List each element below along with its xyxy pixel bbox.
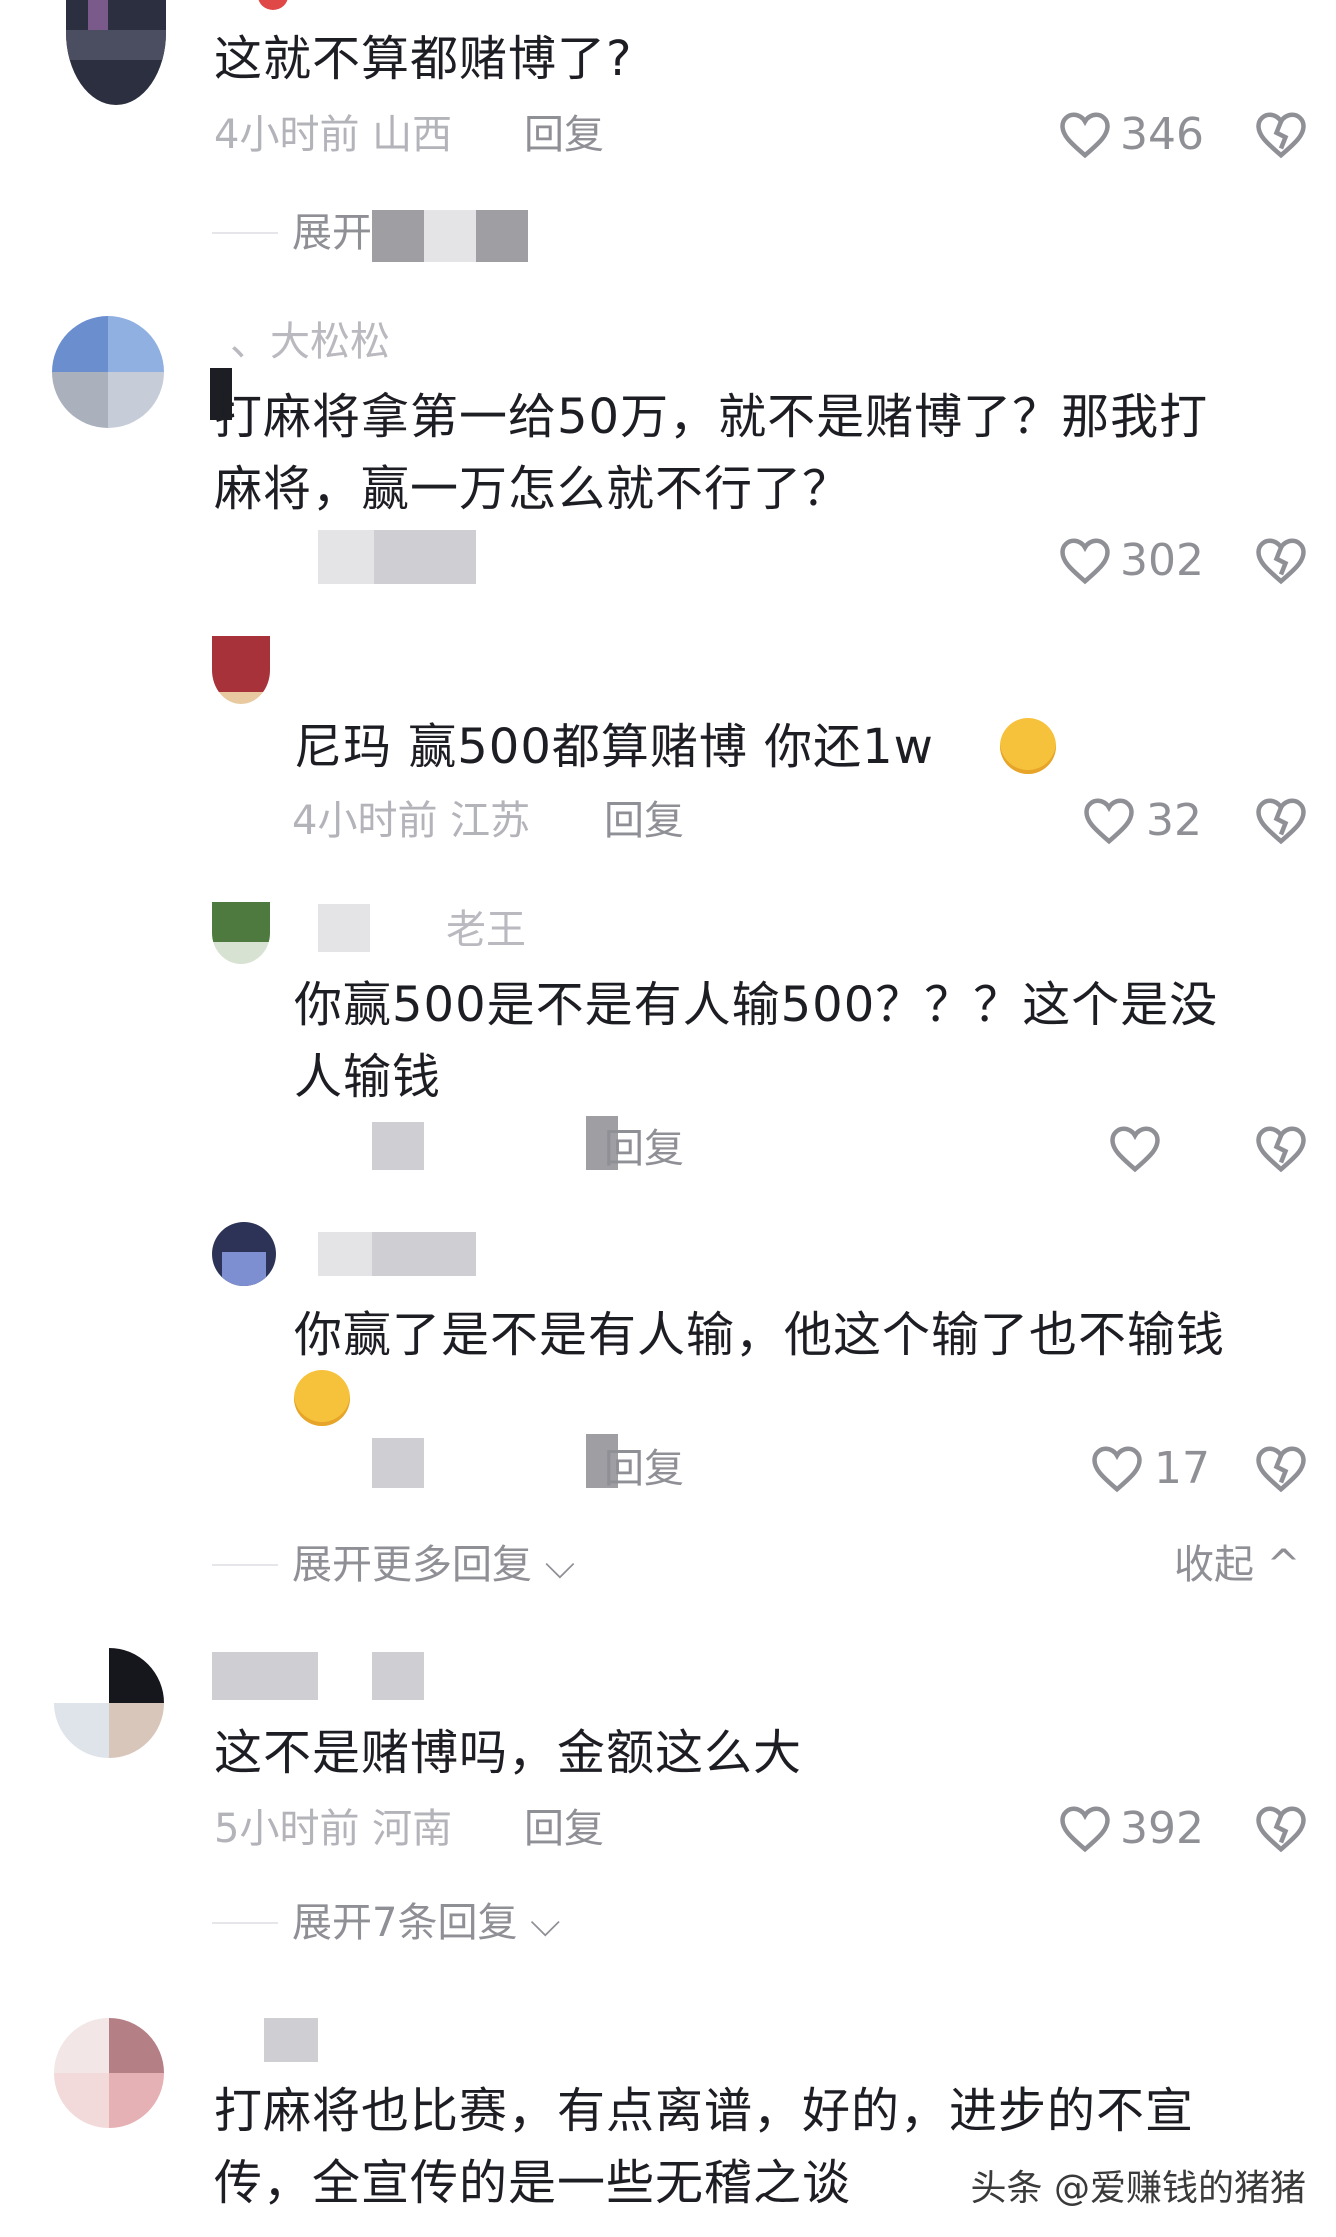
avatar[interactable] [54, 1648, 164, 1758]
thinking-emoji-icon [294, 1370, 350, 1426]
reply-text-line: 尼玛 赢500都算赌博 你还1w [294, 719, 934, 775]
broken-heart-icon[interactable] [1254, 110, 1308, 160]
heart-outline-icon[interactable] [1058, 110, 1112, 160]
broken-heart-icon[interactable] [1254, 1804, 1308, 1854]
reply-button[interactable]: 回复 [524, 110, 604, 160]
mosaic-block [318, 530, 374, 584]
comment-text-line: 打麻将也比赛，有点离谱，好的，进步的不宣 [214, 2083, 1195, 2139]
like-count: 392 [1120, 1803, 1204, 1854]
like-count: 302 [1120, 535, 1204, 586]
user-badge-icon [258, 0, 288, 10]
reply-button[interactable]: 回复 [604, 1124, 684, 1174]
mosaic-block [372, 1438, 424, 1488]
reply-text-line: 你赢500是不是有人输500？？？这个是没 [294, 977, 1219, 1033]
expand-replies-button[interactable]: 展开7条回复 ⌵ [292, 1898, 561, 1948]
username[interactable]: 老王 [446, 906, 526, 954]
heart-outline-icon[interactable] [1058, 1804, 1112, 1854]
heart-outline-icon[interactable] [1090, 1444, 1144, 1494]
avatar[interactable] [54, 2018, 164, 2128]
chevron-down-icon: ⌵ [532, 1542, 576, 1588]
comment-text-line: 传，全宣传的是一些无稽之谈 [214, 2155, 852, 2211]
mosaic-block [372, 1652, 424, 1700]
mosaic-block [372, 1122, 424, 1170]
avatar[interactable] [212, 1222, 276, 1286]
divider-line [212, 1564, 278, 1566]
comment-meta: 5小时前 河南 [214, 1806, 453, 1852]
heart-outline-icon[interactable] [1108, 1124, 1162, 1174]
chevron-up-icon: ^ [1254, 1542, 1301, 1588]
reply-meta: 4小时前 江苏 [292, 798, 531, 844]
reply-button[interactable]: 回复 [524, 1804, 604, 1854]
broken-heart-icon[interactable] [1254, 536, 1308, 586]
mosaic-block [318, 904, 370, 952]
collapse-replies-button[interactable]: 收起 ^ [1174, 1540, 1300, 1590]
mosaic-block [476, 210, 528, 262]
like-count: 32 [1146, 795, 1202, 846]
expand-replies-button[interactable]: 展开 [292, 208, 372, 258]
laughing-emoji-icon [1000, 718, 1056, 774]
reply-button[interactable]: 回复 [604, 796, 684, 846]
mosaic-block [318, 1232, 372, 1276]
broken-heart-icon[interactable] [1254, 796, 1308, 846]
reply-text-line: 你赢了是不是有人输，他这个输了也不输钱 [294, 1307, 1226, 1363]
comment-text-line: 这不是赌博吗，金额这么大 [214, 1725, 803, 1781]
divider-line [212, 1922, 278, 1924]
broken-heart-icon[interactable] [1254, 1124, 1308, 1174]
mosaic-block [374, 530, 476, 584]
mosaic-block [264, 2018, 318, 2062]
broken-heart-icon[interactable] [1254, 1444, 1308, 1494]
mosaic-block [424, 210, 476, 262]
mosaic-block [372, 1232, 476, 1276]
expand-more-replies-button[interactable]: 展开更多回复 ⌵ [292, 1540, 575, 1590]
username[interactable]: 、大松松 [230, 318, 390, 366]
comment-meta: 4小时前 山西 [214, 112, 453, 158]
heart-outline-icon[interactable] [1082, 796, 1136, 846]
comment-text-line: 打麻将拿第一给50万，就不是赌博了？那我打 [214, 389, 1209, 445]
avatar[interactable] [212, 902, 270, 964]
divider-line [212, 232, 278, 234]
watermark: 头条 @爱赚钱的猪猪 [970, 2168, 1306, 2209]
reply-button[interactable]: 回复 [604, 1444, 684, 1494]
comment-text-line: 麻将，赢一万怎么就不行了？ [214, 461, 852, 517]
heart-outline-icon[interactable] [1058, 536, 1112, 586]
comment-text-line: 这就不算都赌博了? [214, 31, 633, 87]
reply-text-line: 人输钱 [294, 1049, 442, 1105]
like-count: 17 [1154, 1443, 1210, 1494]
mosaic-block [372, 210, 424, 262]
avatar[interactable] [66, 0, 166, 105]
like-count: 346 [1120, 109, 1204, 160]
mosaic-block [212, 1652, 318, 1700]
avatar[interactable] [212, 636, 270, 704]
avatar[interactable] [52, 316, 164, 428]
chevron-down-icon: ⌵ [517, 1900, 561, 1946]
